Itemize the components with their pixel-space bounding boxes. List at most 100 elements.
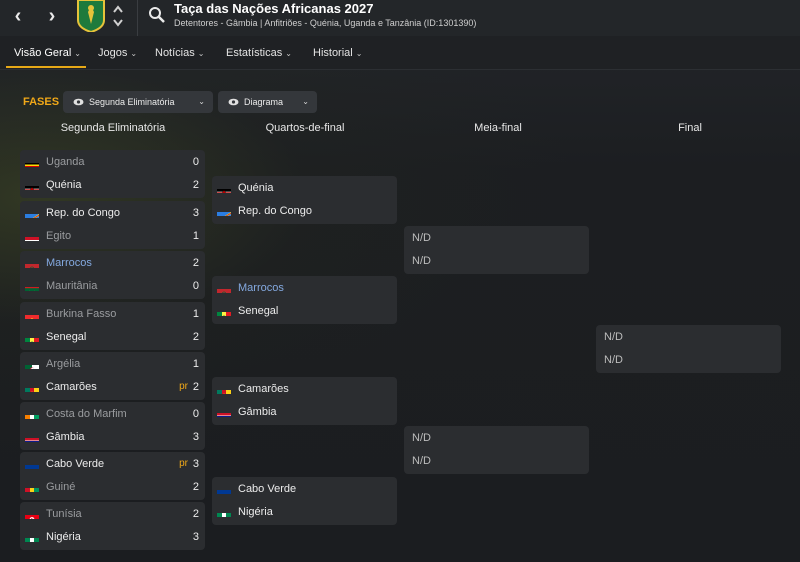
- match-card[interactable]: N/D N/D: [596, 325, 781, 373]
- cameroon-flag-icon: [217, 385, 231, 394]
- team-row[interactable]: Rep. do Congo: [212, 200, 397, 222]
- active-tab-indicator: [6, 66, 86, 68]
- page-title: Taça das Nações Africanas 2027: [174, 1, 374, 16]
- menu-visao-geral[interactable]: Visão Geral ⌄: [14, 47, 81, 59]
- match-card[interactable]: N/D N/D: [404, 226, 589, 274]
- match-card[interactable]: Cabo Verde pr 3 Guiné 2: [20, 452, 205, 500]
- team-name: Marrocos: [46, 257, 92, 269]
- team-row[interactable]: N/D: [596, 349, 781, 371]
- chevron-down-icon: ⌄: [74, 49, 81, 58]
- team-row[interactable]: N/D: [404, 227, 589, 249]
- team-row[interactable]: Egito 1: [20, 225, 205, 247]
- team-row[interactable]: Cabo Verde pr 3: [20, 453, 205, 475]
- competition-logo: [76, 0, 106, 34]
- match-card[interactable]: Rep. do Congo 3 Egito 1: [20, 201, 205, 249]
- chevron-down-icon: ⌄: [197, 49, 205, 58]
- team-row[interactable]: Guiné 2: [20, 476, 205, 498]
- main-menu: Visão Geral ⌄ Jogos ⌄ Notícias ⌄ Estatístic…: [0, 36, 800, 70]
- menu-label: Historial: [313, 47, 353, 59]
- match-card[interactable]: Burkina Fasso 1 Senegal 2: [20, 302, 205, 350]
- match-card[interactable]: Uganda 0 Quénia 2: [20, 150, 205, 198]
- team-score: 2: [192, 331, 199, 343]
- egypt-flag-icon: [25, 232, 39, 241]
- uganda-flag-icon: [25, 158, 39, 167]
- team-score: 2: [192, 257, 199, 269]
- team-row[interactable]: Marrocos: [212, 277, 397, 299]
- morocco-flag-icon: [217, 284, 231, 293]
- team-row[interactable]: Camarões pr 2: [20, 376, 205, 398]
- chevron-down-icon: ⌄: [302, 97, 309, 106]
- team-row[interactable]: Nigéria 3: [20, 526, 205, 548]
- menu-estatisticas[interactable]: Estatísticas ⌄: [226, 47, 292, 59]
- back-arrow-icon[interactable]: ‹: [6, 6, 30, 28]
- gambia-flag-icon: [25, 433, 39, 442]
- team-row[interactable]: Argélia 1: [20, 353, 205, 375]
- match-card[interactable]: Quénia Rep. do Congo: [212, 176, 397, 224]
- team-score: 2: [192, 179, 199, 191]
- team-name: Quénia: [46, 179, 82, 191]
- match-card[interactable]: Camarões Gâmbia: [212, 377, 397, 425]
- team-name: Cabo Verde: [46, 458, 105, 470]
- undetermined-team: N/D: [412, 255, 431, 267]
- team-row[interactable]: Rep. do Congo 3: [20, 202, 205, 224]
- match-card[interactable]: Cabo Verde Nigéria: [212, 477, 397, 525]
- team-row[interactable]: N/D: [404, 427, 589, 449]
- match-card[interactable]: N/D N/D: [404, 426, 589, 474]
- team-row[interactable]: Mauritânia 0: [20, 275, 205, 297]
- team-row[interactable]: Burkina Fasso 1: [20, 303, 205, 325]
- match-card[interactable]: Costa do Marfim 0 Gâmbia 3: [20, 402, 205, 450]
- team-name: Costa do Marfim: [46, 408, 127, 420]
- match-card[interactable]: Argélia 1 Camarões pr 2: [20, 352, 205, 400]
- team-name: Egito: [46, 230, 72, 242]
- gambia-flag-icon: [217, 408, 231, 417]
- team-name: Gâmbia: [46, 431, 85, 443]
- team-score: 0: [192, 280, 199, 292]
- team-row[interactable]: Quénia: [212, 177, 397, 199]
- menu-label: Estatísticas: [226, 47, 283, 59]
- morocco-flag-icon: [25, 259, 39, 268]
- undetermined-team: N/D: [412, 455, 431, 467]
- team-row[interactable]: Costa do Marfim 0: [20, 403, 205, 425]
- team-row[interactable]: Camarões: [212, 378, 397, 400]
- nigeria-flag-icon: [217, 508, 231, 517]
- team-row[interactable]: N/D: [404, 450, 589, 472]
- switch-competition-icon[interactable]: [111, 2, 125, 30]
- tunisia-flag-icon: [25, 510, 39, 519]
- match-card[interactable]: Tunísia 2 Nigéria 3: [20, 502, 205, 550]
- forward-arrow-icon[interactable]: ›: [40, 6, 64, 28]
- header-bar: ‹ › Taça das Nações Africanas 2027 Deten…: [0, 0, 800, 36]
- undetermined-team: N/D: [412, 232, 431, 244]
- team-name: Burkina Fasso: [46, 308, 117, 320]
- menu-historial[interactable]: Historial ⌄: [313, 47, 362, 59]
- team-row[interactable]: Senegal: [212, 300, 397, 322]
- match-card[interactable]: Marrocos 2 Mauritânia 0: [20, 251, 205, 299]
- menu-noticias[interactable]: Notícias ⌄: [155, 47, 204, 59]
- stage-select-label: Segunda Eliminatória: [89, 97, 175, 107]
- team-row[interactable]: N/D: [404, 250, 589, 272]
- team-row[interactable]: Gâmbia 3: [20, 426, 205, 448]
- team-row[interactable]: Gâmbia: [212, 401, 397, 423]
- team-name: Quénia: [238, 182, 274, 194]
- stage-select[interactable]: Segunda Eliminatória ⌄: [63, 91, 213, 113]
- view-select[interactable]: Diagrama ⌄: [218, 91, 317, 113]
- team-row[interactable]: Senegal 2: [20, 326, 205, 348]
- team-score: 1: [192, 308, 199, 320]
- penalties-badge: pr: [179, 381, 188, 392]
- team-row[interactable]: Tunísia 2: [20, 503, 205, 525]
- team-row[interactable]: Uganda 0: [20, 151, 205, 173]
- search-icon[interactable]: [148, 6, 166, 24]
- team-score: 2: [192, 508, 199, 520]
- team-name: Rep. do Congo: [46, 207, 120, 219]
- team-score: 2: [192, 381, 199, 393]
- team-row[interactable]: N/D: [596, 326, 781, 348]
- team-name: Nigéria: [238, 506, 273, 518]
- team-row[interactable]: Nigéria: [212, 501, 397, 523]
- drc-flag-icon: [25, 209, 39, 218]
- team-row[interactable]: Quénia 2: [20, 174, 205, 196]
- team-row[interactable]: Marrocos 2: [20, 252, 205, 274]
- team-row[interactable]: Cabo Verde: [212, 478, 397, 500]
- view-select-label: Diagrama: [244, 97, 284, 107]
- menu-jogos[interactable]: Jogos ⌄: [98, 47, 137, 59]
- match-card[interactable]: Marrocos Senegal: [212, 276, 397, 324]
- team-name: Guiné: [46, 481, 76, 493]
